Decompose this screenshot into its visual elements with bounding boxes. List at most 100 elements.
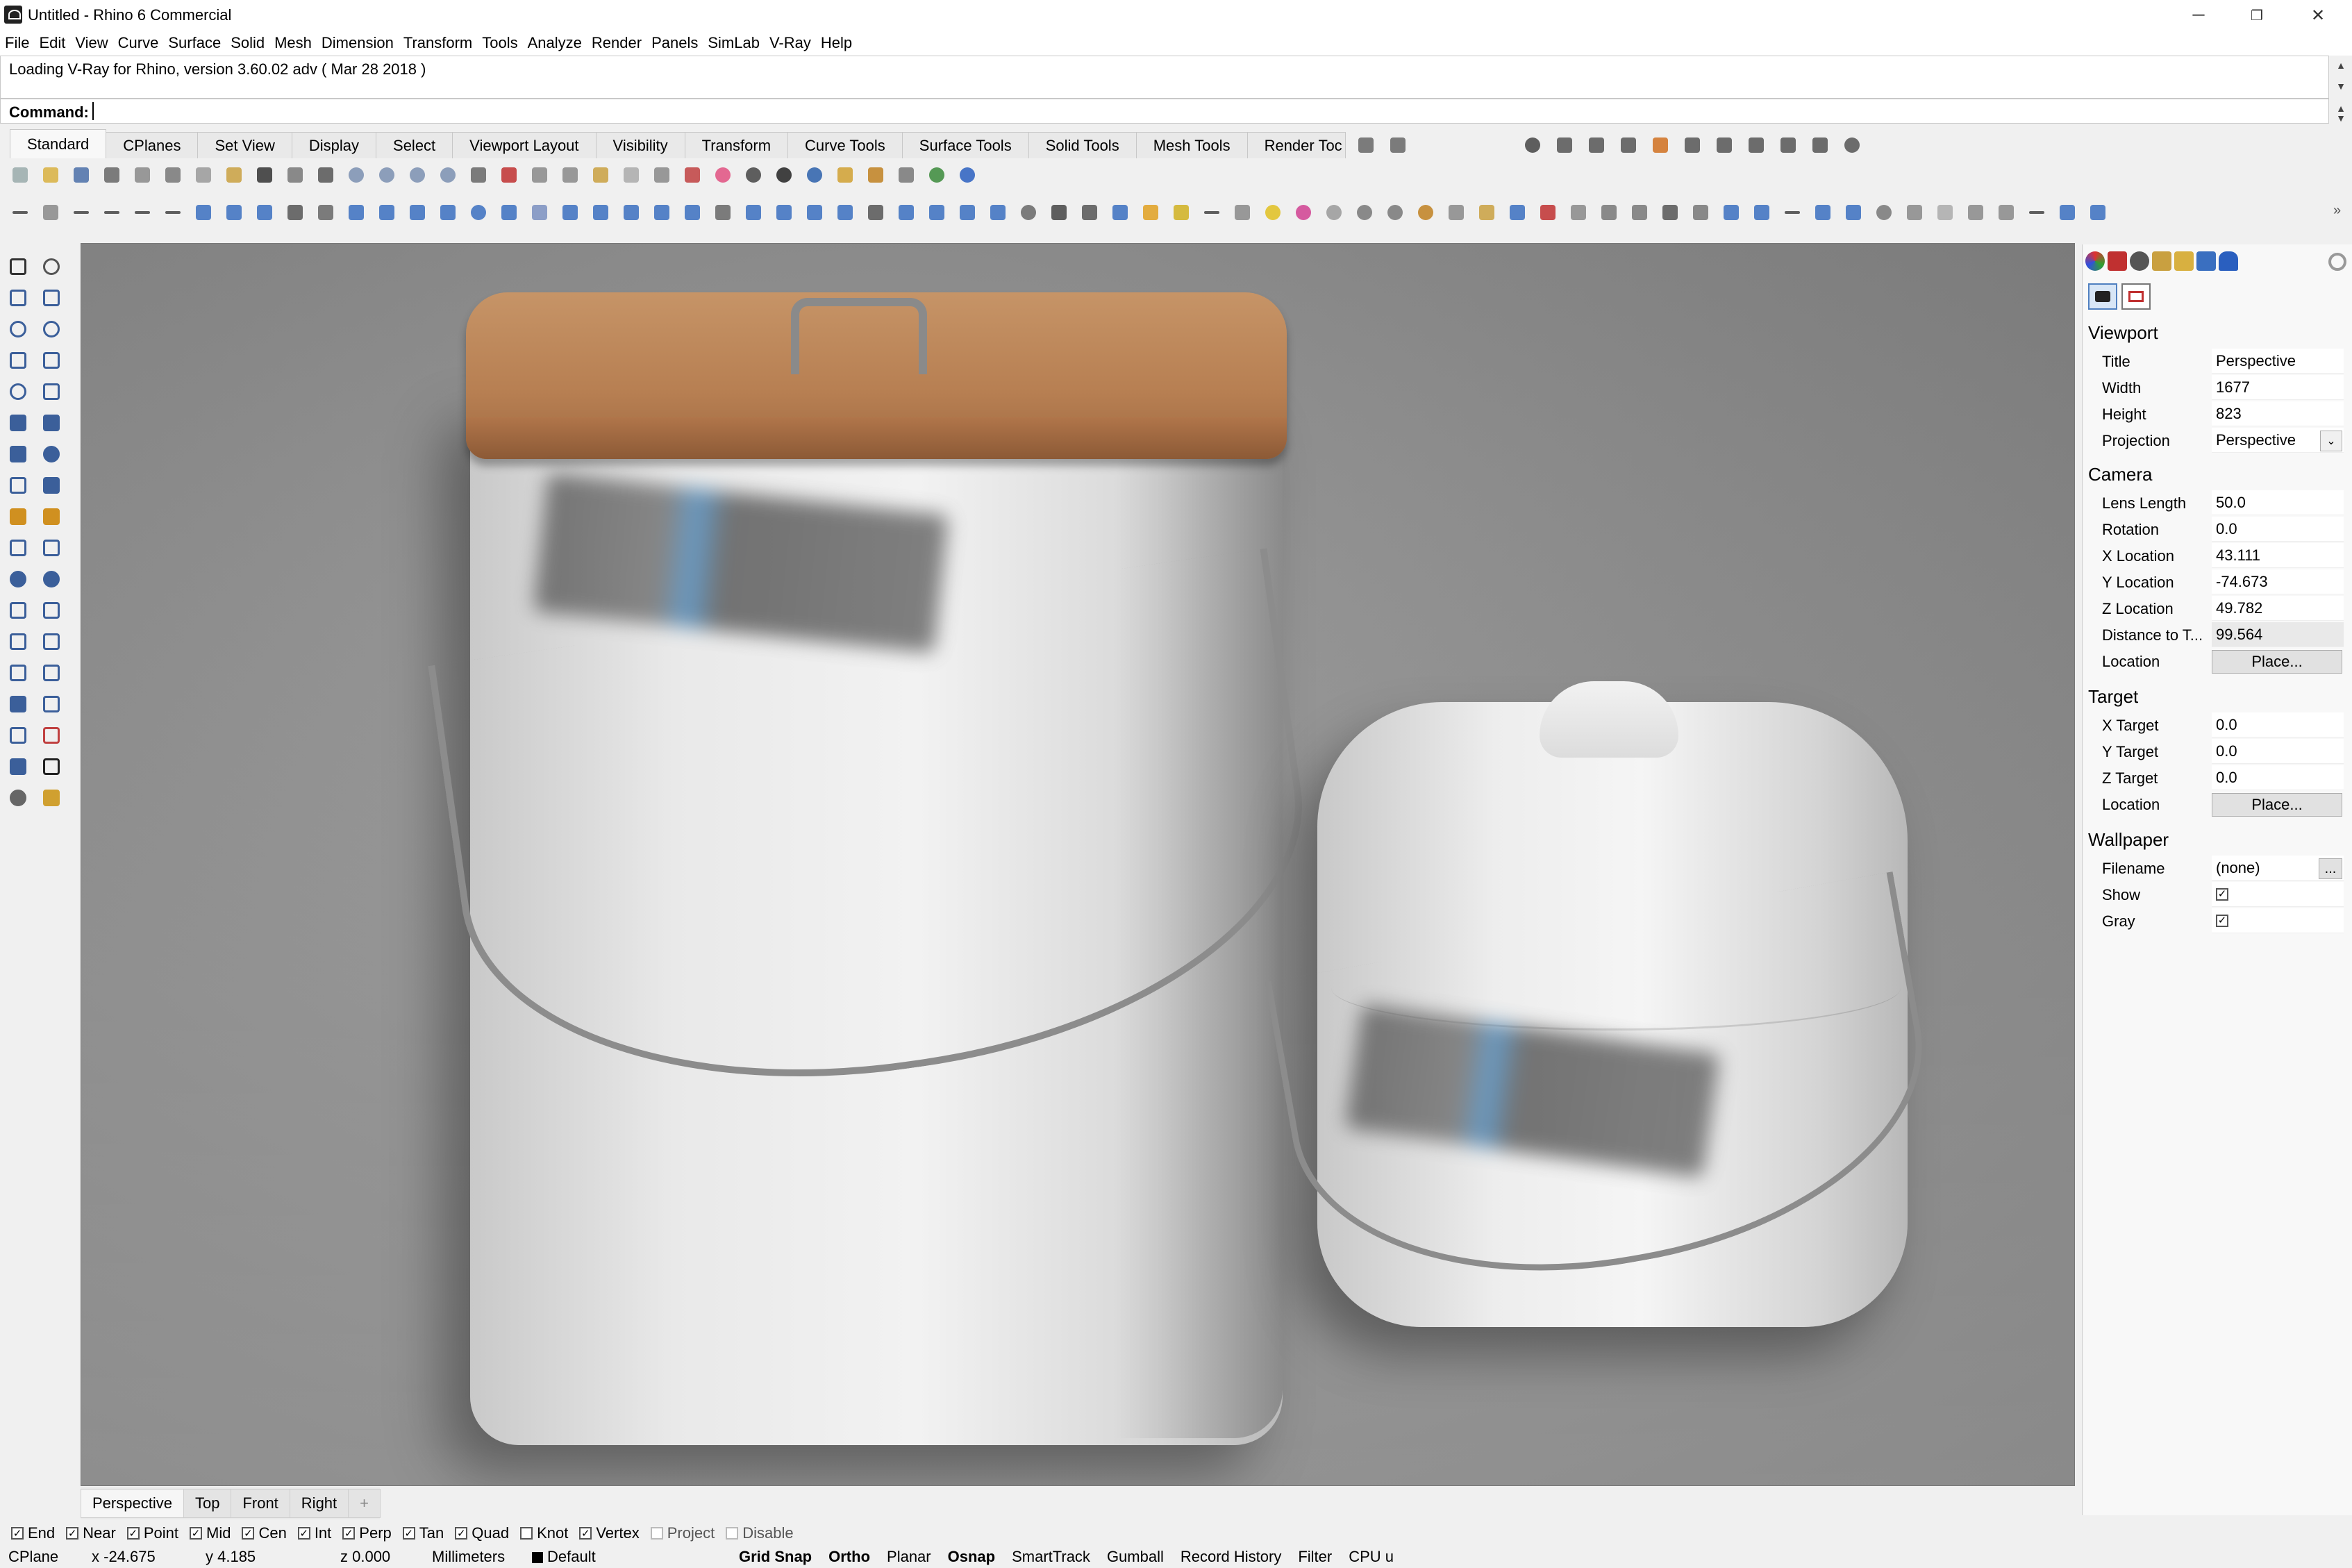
status-planar[interactable]: Planar [878, 1548, 940, 1566]
bend-icon[interactable] [1903, 201, 1926, 224]
layers-tab-icon[interactable] [2174, 251, 2194, 271]
status-grid-snap[interactable]: Grid Snap [731, 1548, 820, 1566]
array-icon[interactable] [681, 201, 704, 224]
status-cplane[interactable]: CPlane [0, 1548, 83, 1566]
surface-icon[interactable] [253, 201, 276, 224]
menu-curve[interactable]: Curve [113, 34, 164, 52]
curvature-icon[interactable] [1292, 201, 1315, 224]
projection-dropdown-icon[interactable]: ⌄ [2320, 431, 2342, 451]
tab-render-tools[interactable]: Render Toc [1246, 132, 1346, 158]
text-icon[interactable] [1108, 201, 1132, 224]
command-input[interactable] [92, 102, 2321, 120]
light-icon[interactable] [1444, 201, 1468, 224]
explode-icon[interactable] [925, 201, 949, 224]
vray-clipper-icon[interactable] [1776, 133, 1800, 157]
check-tool-icon[interactable] [37, 753, 65, 781]
vray-render-icon[interactable] [1553, 133, 1576, 157]
osnap-end-checkbox[interactable]: ✓ [11, 1527, 24, 1540]
tangent-icon[interactable] [2025, 201, 2049, 224]
osnap-mid[interactable]: ✓ Mid [190, 1524, 231, 1542]
globe-icon[interactable] [925, 163, 949, 187]
cut-icon[interactable] [161, 163, 185, 187]
teapot-settings-icon[interactable] [1386, 133, 1410, 157]
viewport-tab-perspective[interactable]: Perspective [81, 1489, 184, 1518]
rebuild-icon[interactable] [1780, 201, 1804, 224]
osnap-perp-checkbox[interactable]: ✓ [342, 1527, 356, 1540]
osnap-perp[interactable]: ✓ Perp [342, 1524, 392, 1542]
curve-control-icon[interactable] [37, 284, 65, 312]
menu-transform[interactable]: Transform [399, 34, 477, 52]
osnap-vertex-checkbox[interactable]: ✓ [579, 1527, 592, 1540]
properties-tab-icon[interactable] [2196, 251, 2216, 271]
x-location-value[interactable]: 43.111 [2212, 543, 2344, 568]
ellipse-tool-icon[interactable] [37, 315, 65, 343]
textures-tab-icon[interactable] [2152, 251, 2171, 271]
unroll-icon[interactable] [1811, 201, 1835, 224]
box-icon[interactable] [192, 201, 215, 224]
osnap-disable[interactable]: Disable [726, 1524, 794, 1542]
mirror-icon[interactable] [833, 201, 857, 224]
select-all-icon[interactable] [589, 163, 612, 187]
mesh-plane-icon[interactable] [37, 472, 65, 499]
points-off-icon[interactable] [1994, 201, 2018, 224]
filename-value[interactable]: (none)... [2212, 856, 2344, 881]
tab-cplanes[interactable]: CPlanes [106, 132, 199, 158]
osnap-mid-checkbox[interactable]: ✓ [190, 1527, 202, 1540]
undo-view-icon[interactable] [558, 163, 582, 187]
osnap-near-checkbox[interactable]: ✓ [66, 1527, 79, 1540]
render-icon[interactable] [833, 163, 857, 187]
flow-icon[interactable] [1842, 201, 1865, 224]
show-icon[interactable] [1597, 201, 1621, 224]
page-layout-icon[interactable] [131, 163, 154, 187]
osnap-knot-checkbox[interactable] [520, 1527, 533, 1540]
osnap-disable-checkbox[interactable] [726, 1527, 739, 1540]
tab-surface-tools[interactable]: Surface Tools [901, 132, 1029, 158]
history-tool-icon[interactable] [37, 722, 65, 749]
hide-icon[interactable] [1567, 201, 1590, 224]
osnap-cen-checkbox[interactable]: ✓ [242, 1527, 255, 1540]
history-scroll-up-icon[interactable]: ▲ [2330, 57, 2351, 74]
vray-sphere-icon[interactable] [1840, 133, 1864, 157]
menu-vray[interactable]: V-Ray [765, 34, 816, 52]
light-bulb-icon[interactable] [619, 163, 643, 187]
osnap-point[interactable]: ✓ Point [126, 1524, 178, 1542]
text-tool-icon[interactable] [4, 628, 32, 656]
rotation-value[interactable]: 0.0 [2212, 517, 2344, 542]
osnap-point-checkbox[interactable]: ✓ [126, 1527, 140, 1540]
material-sphere-icon[interactable] [803, 163, 826, 187]
menu-simlab[interactable]: SimLab [703, 34, 765, 52]
zoom-icon[interactable] [344, 163, 368, 187]
scale-tool-icon[interactable] [37, 628, 65, 656]
solid-edit-icon[interactable] [4, 690, 32, 718]
y-location-value[interactable]: -74.673 [2212, 569, 2344, 594]
viewport-tab-top[interactable]: Top [183, 1489, 232, 1518]
lens-length-value[interactable]: 50.0 [2212, 490, 2344, 515]
line-icon[interactable] [100, 201, 124, 224]
osnap-int-checkbox[interactable]: ✓ [297, 1527, 310, 1540]
four-viewports-icon[interactable] [467, 163, 490, 187]
points-on-icon[interactable] [1964, 201, 1987, 224]
rendered-sphere-icon[interactable] [772, 163, 796, 187]
save-icon[interactable] [69, 163, 93, 187]
vray-dome-icon[interactable] [1712, 133, 1736, 157]
pipe-icon[interactable] [619, 201, 643, 224]
minimize-button[interactable]: ─ [2174, 0, 2224, 31]
boolean-icon[interactable] [283, 201, 307, 224]
tab-visibility[interactable]: Visibility [595, 132, 685, 158]
rotate-view-icon[interactable] [314, 163, 337, 187]
restore-button[interactable]: ❐ [2232, 0, 2282, 31]
tab-curve-tools[interactable]: Curve Tools [787, 132, 903, 158]
status-units[interactable]: Millimeters [424, 1548, 524, 1566]
viewport-tab-right[interactable]: Right [289, 1489, 349, 1518]
hatch-icon[interactable] [1078, 201, 1101, 224]
check-icon[interactable] [1200, 201, 1224, 224]
rotate-icon[interactable] [772, 201, 796, 224]
render-tool-icon[interactable] [37, 503, 65, 531]
menu-dimension[interactable]: Dimension [317, 34, 399, 52]
select-points-icon[interactable] [1933, 201, 1957, 224]
arc-tool-icon[interactable] [4, 378, 32, 406]
menu-help[interactable]: Help [816, 34, 857, 52]
x-target-value[interactable]: 0.0 [2212, 712, 2344, 737]
status-record-history[interactable]: Record History [1172, 1548, 1290, 1566]
print-icon[interactable] [100, 163, 124, 187]
